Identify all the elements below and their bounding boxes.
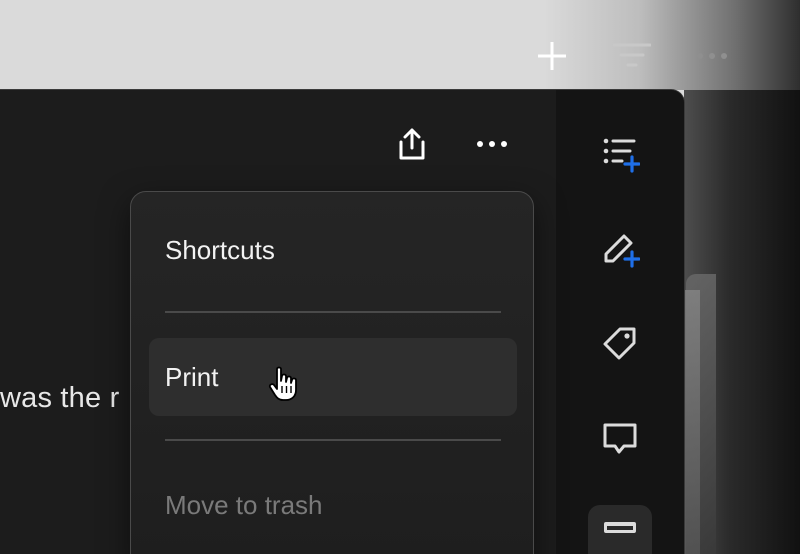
- more-options-menu: Shortcuts Print Move to trash: [130, 191, 534, 554]
- top-toolbar: [0, 0, 800, 90]
- note-body-text[interactable]: was the r: [0, 382, 119, 415]
- menu-divider: [165, 439, 501, 441]
- more-horizontal-icon-glyph: [697, 53, 727, 59]
- add-edit-icon[interactable]: [598, 226, 642, 270]
- add-list-icon[interactable]: [598, 131, 642, 175]
- menu-divider: [165, 311, 501, 313]
- menu-item-move-to-trash[interactable]: Move to trash: [149, 466, 517, 544]
- note-panel: was the r Shortcuts Print Move to trash: [0, 89, 685, 554]
- filter-icon-glyph: [613, 43, 651, 67]
- hand-cursor-icon: [268, 366, 297, 401]
- tag-icon[interactable]: [598, 322, 642, 366]
- share-icon[interactable]: [390, 122, 434, 166]
- menu-item-shortcuts[interactable]: Shortcuts: [149, 211, 517, 289]
- right-sidebar: [556, 90, 684, 554]
- add-list-icon-glyph: [603, 138, 640, 173]
- archive-button[interactable]: [588, 505, 652, 554]
- more-horizontal-icon[interactable]: [470, 122, 514, 166]
- more-horizontal-icon[interactable]: [692, 36, 732, 76]
- filter-icon[interactable]: [612, 36, 652, 76]
- plus-icon[interactable]: [532, 36, 572, 76]
- comment-icon-glyph: [603, 423, 637, 454]
- menu-item-print[interactable]: Print: [149, 338, 517, 416]
- add-edit-icon-glyph: [604, 234, 640, 268]
- more-horizontal-icon-glyph: [477, 141, 507, 147]
- share-icon-glyph: [399, 128, 425, 160]
- comment-icon[interactable]: [598, 417, 642, 461]
- archive-icon: [604, 522, 636, 533]
- plus-icon-glyph: [538, 42, 566, 70]
- tag-icon-glyph: [603, 327, 636, 360]
